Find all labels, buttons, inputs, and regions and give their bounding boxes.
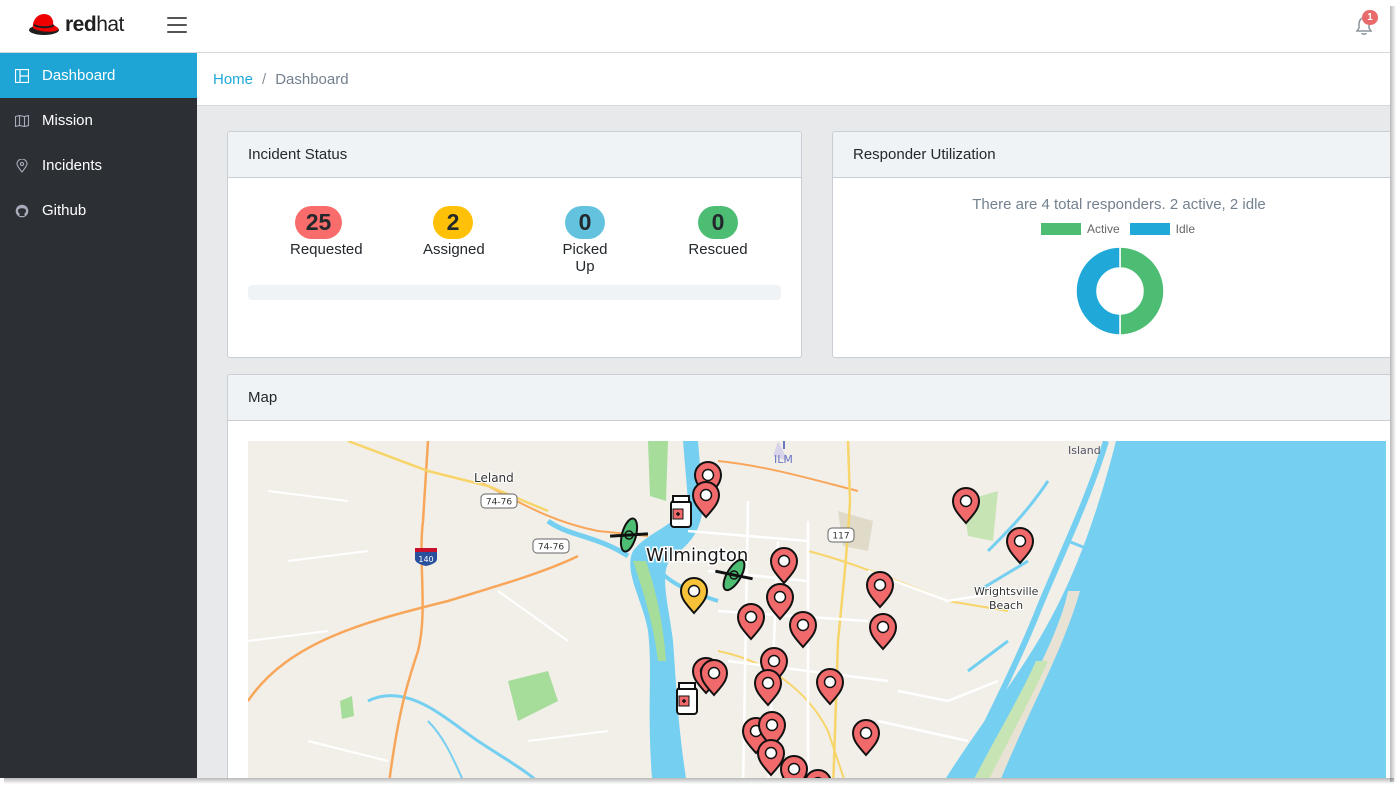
incident-status-card: Incident Status 25 Requested 2 Assigned … bbox=[227, 131, 802, 358]
rescued-count-badge: 0 bbox=[698, 206, 738, 239]
map-card: Map 74-76 74-76 117 140 Wilmington Lelan… bbox=[227, 374, 1390, 778]
stat-label: Picked Up bbox=[562, 241, 608, 275]
legend-label: Active bbox=[1086, 222, 1120, 236]
svg-text:74-76: 74-76 bbox=[538, 543, 564, 553]
stat-assigned: 2 Assigned bbox=[423, 206, 485, 258]
layout-icon bbox=[15, 68, 29, 83]
stat-label: Requested bbox=[290, 241, 363, 258]
map-label-beach: Beach bbox=[989, 599, 1023, 612]
responder-summary: There are 4 total responders. 2 active, … bbox=[972, 196, 1266, 213]
picked-up-count-badge: 0 bbox=[565, 206, 605, 239]
card-title: Incident Status bbox=[228, 132, 801, 178]
incident-marker-requested[interactable] bbox=[815, 668, 845, 706]
breadcrumb-separator: / bbox=[262, 70, 267, 88]
incident-marker-requested[interactable] bbox=[868, 613, 898, 651]
breadcrumb: Home / Dashboard bbox=[197, 53, 1390, 106]
medical-supply-icon[interactable] bbox=[676, 682, 698, 715]
github-icon bbox=[15, 204, 29, 218]
route-shield-117: 117 bbox=[827, 527, 855, 543]
stat-picked-up: 0 Picked Up bbox=[552, 206, 618, 275]
stat-rescued: 0 Rescued bbox=[686, 206, 750, 258]
sidebar-item-label: Github bbox=[42, 202, 87, 219]
map-label-island: Island bbox=[1068, 444, 1101, 457]
sidebar-item-incidents[interactable]: Incidents bbox=[0, 143, 197, 188]
responder-utilization-card: Responder Utilization There are 4 total … bbox=[832, 131, 1390, 358]
breadcrumb-home-link[interactable]: Home bbox=[213, 71, 253, 88]
incident-marker-requested[interactable] bbox=[865, 571, 895, 609]
stat-label: Rescued bbox=[688, 241, 748, 258]
incident-marker-requested[interactable] bbox=[779, 755, 809, 778]
card-title: Responder Utilization bbox=[833, 132, 1390, 178]
svg-text:74-76: 74-76 bbox=[486, 498, 512, 508]
legend-swatch bbox=[1129, 223, 1170, 235]
breadcrumb-current: Dashboard bbox=[275, 70, 349, 88]
map-icon bbox=[15, 114, 29, 128]
sidebar-item-label: Mission bbox=[42, 112, 93, 129]
stat-label: Assigned bbox=[423, 241, 485, 258]
map-label-wilmington: Wilmington bbox=[646, 545, 748, 566]
route-shield-74-76: 74-76 bbox=[532, 538, 570, 554]
sidebar-item-mission[interactable]: Mission bbox=[0, 98, 197, 143]
requested-count-badge: 25 bbox=[294, 206, 343, 239]
sidebar-item-label: Dashboard bbox=[42, 67, 116, 84]
incident-marker-requested[interactable] bbox=[736, 603, 766, 641]
brand-name: redhat bbox=[65, 12, 124, 36]
map-label-wrightsville: Wrightsville bbox=[974, 585, 1039, 598]
responder-donut-chart bbox=[1075, 246, 1165, 336]
redhat-logo[interactable]: redhat bbox=[28, 11, 124, 38]
incident-marker-requested[interactable] bbox=[1005, 527, 1035, 565]
donut-slice-active[interactable] bbox=[1119, 246, 1165, 336]
top-header: redhat 1 bbox=[0, 0, 1390, 53]
sidebar: Dashboard Mission Incidents Github bbox=[0, 53, 197, 778]
svg-text:117: 117 bbox=[832, 532, 849, 542]
medical-supply-icon[interactable] bbox=[670, 495, 692, 528]
card-title: Map bbox=[228, 375, 1390, 421]
sidebar-item-label: Incidents bbox=[42, 157, 103, 174]
incident-map[interactable]: 74-76 74-76 117 140 Wilmington Leland IL… bbox=[248, 441, 1386, 778]
chart-legend: Active Idle bbox=[833, 222, 1390, 236]
rescue-progress-bar bbox=[248, 285, 781, 300]
incident-marker-requested[interactable] bbox=[851, 719, 881, 757]
assigned-count-badge: 2 bbox=[433, 206, 473, 239]
donut-slice-idle[interactable] bbox=[1075, 246, 1121, 336]
sidebar-item-github[interactable]: Github bbox=[0, 188, 197, 233]
legend-item-idle[interactable]: Idle bbox=[1129, 222, 1196, 236]
menu-toggle-button[interactable] bbox=[167, 17, 187, 33]
legend-item-active[interactable]: Active bbox=[1040, 222, 1120, 236]
location-pin-icon bbox=[15, 158, 29, 173]
incident-marker-assigned[interactable] bbox=[679, 577, 709, 615]
legend-swatch bbox=[1040, 223, 1081, 235]
route-shield-74-76: 74-76 bbox=[480, 493, 518, 509]
map-label-airport: ILM bbox=[774, 453, 793, 466]
interstate-shield-140: 140 bbox=[415, 548, 437, 566]
map-label-leland: Leland bbox=[474, 471, 514, 485]
incident-marker-requested[interactable] bbox=[788, 611, 818, 649]
stat-requested: 25 Requested bbox=[290, 206, 363, 258]
sidebar-item-dashboard[interactable]: Dashboard bbox=[0, 53, 197, 98]
svg-text:140: 140 bbox=[418, 555, 433, 564]
legend-label: Idle bbox=[1175, 222, 1196, 236]
notification-badge: 1 bbox=[1362, 10, 1378, 25]
incident-marker-requested[interactable] bbox=[753, 669, 783, 707]
redhat-hat-icon bbox=[29, 14, 59, 35]
